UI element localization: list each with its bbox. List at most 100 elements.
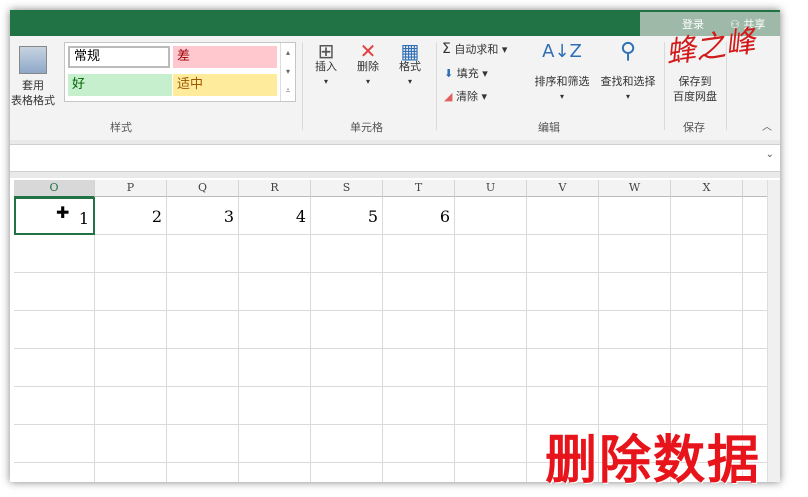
expand-formula-icon[interactable]: ⌄ [766,149,774,160]
clear-button[interactable]: ◢ 清除 ▾ [444,89,487,104]
cell[interactable] [167,463,239,482]
cell[interactable] [455,349,527,387]
autosum-button[interactable]: Σ 自动求和 ▾ [442,42,507,57]
column-header-T[interactable]: T [383,180,455,197]
cell[interactable] [599,311,671,349]
cell[interactable] [167,425,239,463]
column-header-U[interactable]: U [455,180,527,197]
column-header-Q[interactable]: Q [167,180,239,197]
style-bad[interactable]: 差 [173,46,277,68]
cell[interactable] [671,197,743,235]
column-header-O[interactable]: O [14,180,95,198]
cell[interactable] [599,235,671,273]
cell[interactable] [383,349,455,387]
cell[interactable] [311,273,383,311]
cell[interactable] [455,425,527,463]
format-button[interactable]: ▦ 格式 ▾ [394,41,426,89]
find-select-button[interactable]: ⚲ 查找和选择 ▾ [596,41,660,104]
cell[interactable]: 5 [311,197,383,235]
cell[interactable] [527,235,599,273]
cell[interactable] [311,425,383,463]
cell[interactable] [671,235,743,273]
cell[interactable] [311,349,383,387]
cell[interactable] [599,197,671,235]
cell[interactable] [14,463,95,482]
cell[interactable] [383,235,455,273]
cell[interactable] [239,273,311,311]
cell[interactable] [455,311,527,349]
cell[interactable] [167,387,239,425]
sort-filter-button[interactable]: A↓Z 排序和筛选 ▾ [530,43,594,104]
gallery-scroll[interactable]: ▴ ▾ ⩡ [280,43,295,101]
cell[interactable] [239,463,311,482]
cell[interactable] [95,425,167,463]
cell[interactable] [95,235,167,273]
cell[interactable] [599,273,671,311]
cell[interactable] [383,311,455,349]
collapse-ribbon-icon[interactable]: ︿ [762,118,772,133]
column-header-R[interactable]: R [239,180,311,197]
cell[interactable] [95,273,167,311]
cell[interactable] [167,349,239,387]
column-header-W[interactable]: W [599,180,671,197]
cell[interactable]: 3 [167,197,239,235]
cell[interactable] [14,425,95,463]
cell[interactable] [455,463,527,482]
cell[interactable] [167,273,239,311]
cell[interactable] [455,387,527,425]
cell[interactable] [239,387,311,425]
selected-cell[interactable]: 1 ✚ [14,197,95,235]
cell[interactable] [599,349,671,387]
save-baidu-button[interactable]: 保存到 百度网盘 [668,74,722,104]
cell[interactable] [311,387,383,425]
cell[interactable] [527,311,599,349]
cell[interactable] [455,235,527,273]
cell[interactable] [239,349,311,387]
cell[interactable] [239,311,311,349]
cell[interactable] [167,311,239,349]
cell[interactable] [671,311,743,349]
cell[interactable] [383,273,455,311]
cell[interactable]: 4 [239,197,311,235]
cell[interactable] [95,349,167,387]
cell[interactable] [167,235,239,273]
table-format-button[interactable]: 套用 表格格式 [10,46,56,108]
cell[interactable] [527,349,599,387]
cell[interactable] [14,273,95,311]
style-good[interactable]: 好 [68,74,172,96]
cell[interactable] [311,235,383,273]
cell[interactable] [527,197,599,235]
cell[interactable] [455,197,527,235]
cell[interactable] [239,425,311,463]
column-header-V[interactable]: V [527,180,599,197]
cell[interactable] [14,387,95,425]
cell[interactable] [383,425,455,463]
cell[interactable]: 6 [383,197,455,235]
vertical-scrollbar[interactable] [767,180,780,482]
cell[interactable] [383,463,455,482]
cell[interactable] [671,349,743,387]
cell[interactable] [95,463,167,482]
cell[interactable] [14,235,95,273]
formula-input[interactable]: ⌄ [10,144,780,172]
cell[interactable] [311,311,383,349]
delete-button[interactable]: ✕ 删除 ▾ [352,41,384,89]
cell[interactable] [14,311,95,349]
style-neutral[interactable]: 适中 [173,74,277,96]
column-header-P[interactable]: P [95,180,167,197]
cell[interactable] [671,273,743,311]
cell[interactable]: 2 [95,197,167,235]
cell[interactable] [14,349,95,387]
insert-button[interactable]: ⊞ 插入 ▾ [310,41,342,89]
column-header-X[interactable]: X [671,180,743,197]
style-normal[interactable]: 常规 [68,46,170,68]
fill-button[interactable]: ⬇ 填充 ▾ [444,66,488,81]
cell[interactable] [455,273,527,311]
cell[interactable] [527,273,599,311]
cell[interactable] [95,387,167,425]
cell[interactable] [95,311,167,349]
cell[interactable] [239,235,311,273]
cell[interactable] [383,387,455,425]
column-header-S[interactable]: S [311,180,383,197]
cell[interactable] [311,463,383,482]
